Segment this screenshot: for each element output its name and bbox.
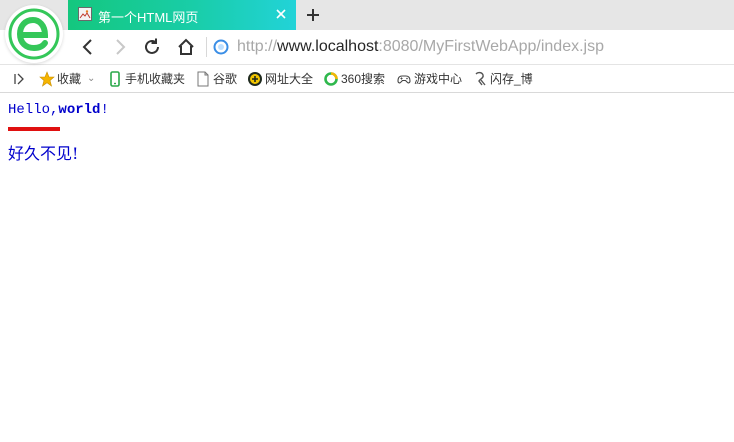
tab-active[interactable]: 第一个HTML网页 [68,0,296,30]
reload-icon[interactable] [142,37,162,57]
gamepad-icon [396,71,412,87]
star-icon [39,71,55,87]
url-path: :8080/MyFirstWebApp/index.jsp [378,38,604,55]
back-arrow-icon[interactable] [78,37,98,57]
phone-icon [107,71,123,87]
navigation-bar: http://www.localhost:8080/MyFirstWebApp/… [0,30,734,65]
flash-icon [472,71,488,87]
chevron-down-icon: ⌄ [87,73,96,84]
new-tab-icon[interactable] [304,6,322,24]
document-icon [195,71,211,87]
site-info-icon[interactable] [213,39,229,55]
sidebar-toggle-icon[interactable] [12,70,26,88]
forward-arrow-icon[interactable] [110,37,130,57]
search-360-icon [323,71,339,87]
tab-strip: 第一个HTML网页 [0,0,734,30]
hello-world-text: Hello,world! [8,102,109,118]
close-tab-icon[interactable] [274,7,288,21]
address-separator [206,37,207,57]
red-horizontal-rule [8,127,60,131]
browser-logo-icon[interactable] [5,5,63,63]
address-bar[interactable]: http://www.localhost:8080/MyFirstWebApp/… [237,37,604,57]
bookmarks-bar: 收藏 ⌄ 手机收藏夹 谷歌 网址大全 360搜索 游戏中心 闪存_博 [0,65,734,93]
hello-world-bold: world [58,102,101,118]
web-directory-icon [247,71,263,87]
page-content: Hello,world! 好久不见! [0,93,734,442]
tab-title: 第一个HTML网页 [98,10,199,25]
url-host: www.localhost [277,38,379,55]
url-scheme: http:// [237,38,278,55]
page-favicon-icon [78,7,92,21]
home-icon[interactable] [176,37,196,57]
long-time-no-see-text: 好久不见! [8,144,79,163]
